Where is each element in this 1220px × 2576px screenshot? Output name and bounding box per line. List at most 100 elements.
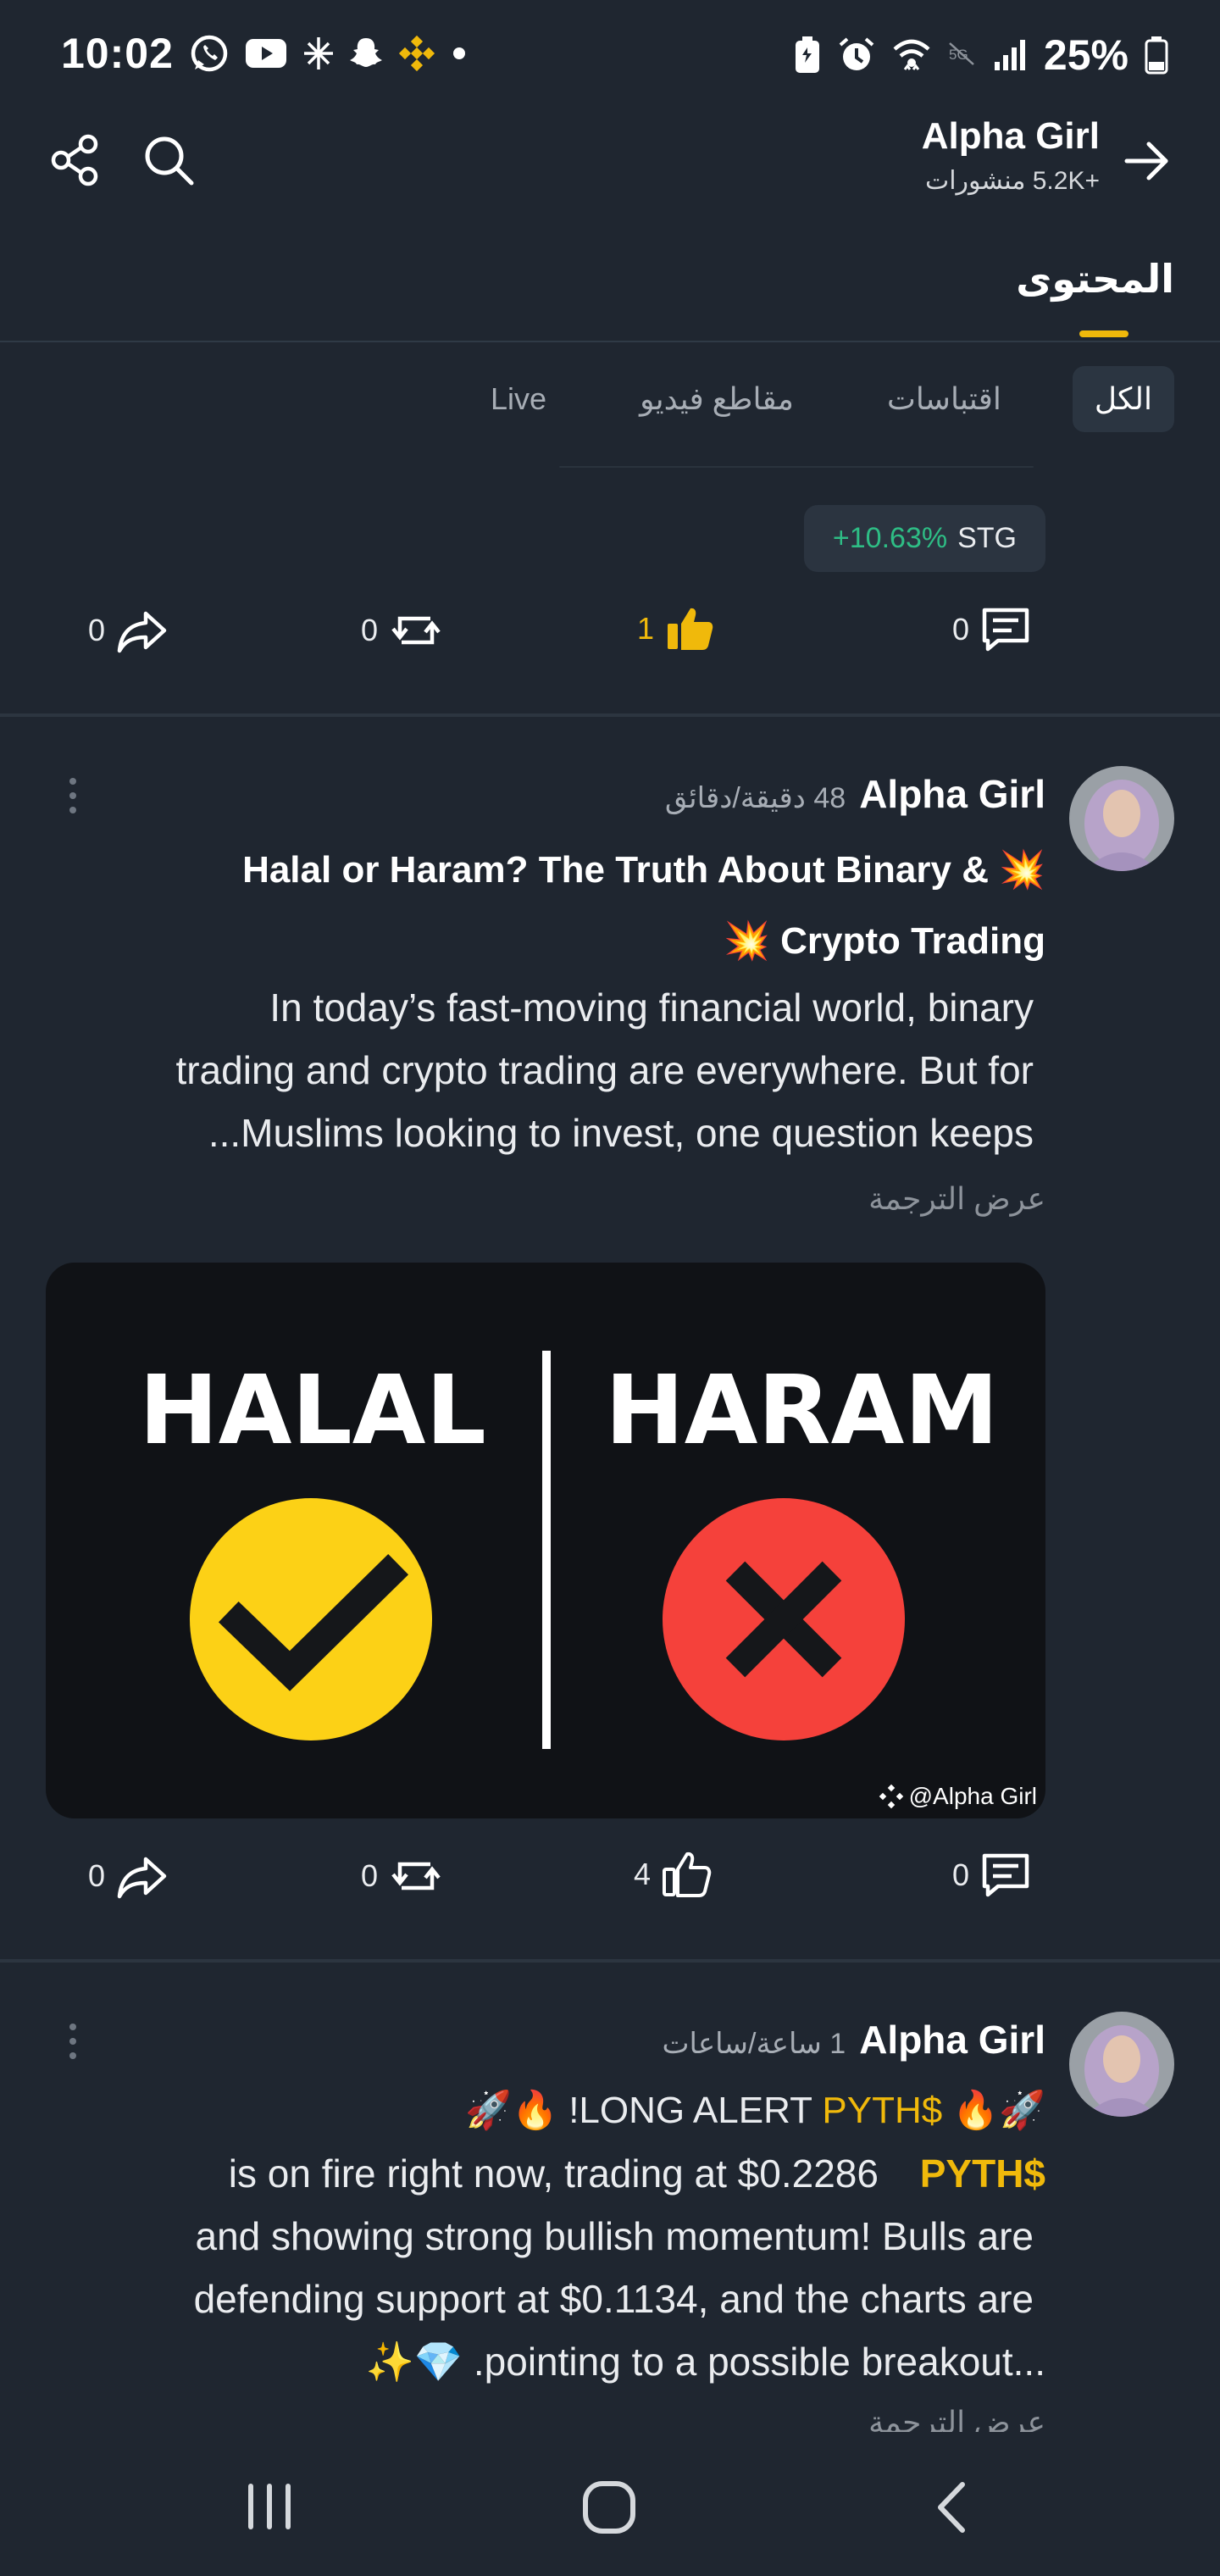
- repost-button[interactable]: 0: [361, 603, 444, 658]
- post-body[interactable]: defending support at $0.1134, and the ch…: [194, 2268, 1034, 2330]
- ticker-change: +10.63%: [832, 522, 948, 554]
- battery-percent: 25%: [1043, 31, 1128, 79]
- post-title[interactable]: 💥 Crypto Trading: [724, 906, 1045, 977]
- repost-count: 0: [361, 613, 379, 647]
- share-button[interactable]: 0: [88, 603, 169, 658]
- post-body[interactable]: trading and crypto trading are everywher…: [175, 1039, 1034, 1102]
- divider: [0, 713, 1220, 717]
- post-body[interactable]: and showing strong bullish momentum! Bul…: [196, 2205, 1034, 2268]
- no-5g-icon: 5G: [947, 41, 976, 69]
- system-nav-bar: [0, 2432, 1220, 2576]
- forward-share-icon: [117, 611, 167, 653]
- haram-label: HARAM: [605, 1356, 999, 1466]
- post-body[interactable]: ✨💎 .pointing to a possible breakout...: [366, 2330, 1045, 2393]
- ticker-tag[interactable]: +10.63% STG: [803, 505, 1045, 572]
- tab-content[interactable]: المحتوى: [1016, 256, 1174, 302]
- wifi-icon: [891, 36, 932, 75]
- thumbs-up-filled-icon: [668, 608, 713, 650]
- post-text: 🚀🔥 !LONG ALERT: [465, 2090, 823, 2131]
- share-count: 0: [88, 613, 106, 647]
- recent-apps-icon[interactable]: [242, 2481, 297, 2532]
- filter-quotes[interactable]: اقتباسات: [865, 366, 1023, 432]
- avatar[interactable]: [1069, 2012, 1174, 2117]
- whatsapp-icon: [188, 32, 230, 75]
- arrow-right-icon[interactable]: [1122, 136, 1173, 186]
- ticker-symbol: STG: [957, 522, 1017, 554]
- svg-text:5G: 5G: [949, 47, 968, 63]
- post-body[interactable]: is on fire right now, trading at $0.2286…: [229, 2142, 1045, 2205]
- back-icon[interactable]: [930, 2479, 971, 2535]
- image-watermark: @Alpha Girl: [879, 1783, 1037, 1810]
- avatar[interactable]: [1069, 766, 1174, 871]
- comment-count: 0: [952, 612, 970, 647]
- divider: [542, 1351, 551, 1749]
- post-title[interactable]: Halal or Haram? The Truth About Binary &…: [242, 835, 1045, 906]
- repost-icon: [391, 616, 441, 645]
- translate-link[interactable]: عرض الترجمة: [868, 2405, 1045, 2432]
- post-author[interactable]: Alpha Girl: [859, 771, 1045, 817]
- post-text: is on fire right now, trading at $0.2286: [228, 2151, 879, 2196]
- comment-count: 0: [952, 1857, 970, 1892]
- filter-videos[interactable]: مقاطع فيديو: [618, 366, 816, 432]
- repost-button[interactable]: 0: [361, 1849, 444, 1903]
- ticker-link[interactable]: PYTH$: [822, 2090, 942, 2131]
- post-meta: Alpha Girl 48 دقيقة/دقائق: [665, 771, 1045, 817]
- status-time: 10:02: [61, 30, 174, 77]
- tab-indicator: [1079, 330, 1128, 337]
- post-actions: 0 0 1 0: [0, 603, 1220, 671]
- post-text: 🔥🚀: [942, 2090, 1045, 2131]
- share-icon[interactable]: [47, 132, 103, 188]
- signal-icon: [991, 36, 1029, 74]
- thumbs-up-icon: [663, 1852, 712, 1897]
- translate-link[interactable]: عرض الترجمة: [868, 1181, 1045, 1217]
- post-time: 1 ساعة/ساعات: [662, 2028, 846, 2060]
- post-image[interactable]: HALAL HARAM @Alpha Girl: [46, 1263, 1045, 1818]
- comment-icon: [982, 1853, 1029, 1897]
- battery-icon: [1144, 36, 1169, 75]
- more-options-icon[interactable]: [69, 778, 76, 813]
- like-count: 1: [637, 611, 655, 646]
- binance-icon: [396, 33, 437, 74]
- like-button[interactable]: 1: [637, 603, 715, 654]
- divider: [0, 341, 1220, 342]
- watermark-text: @Alpha Girl: [908, 1783, 1037, 1809]
- repost-count: 0: [361, 1858, 379, 1893]
- share-count: 0: [88, 1858, 106, 1893]
- x-circle-icon: [661, 1496, 907, 1742]
- post-body[interactable]: In today’s fast-moving financial world, …: [269, 976, 1034, 1039]
- filter-chips: الكل اقتباسات مقاطع فيديو Live: [469, 366, 1174, 432]
- like-count: 4: [634, 1857, 652, 1891]
- post-time: 48 دقيقة/دقائق: [664, 782, 846, 814]
- dot-icon: [451, 45, 468, 62]
- snapchat-icon: [349, 35, 383, 72]
- checkmark-circle-icon: [188, 1496, 434, 1742]
- alarm-icon: [837, 36, 876, 75]
- post-actions: 0 0 4 0: [0, 1849, 1220, 1917]
- status-bar: 10:02 5G 25%: [0, 0, 1220, 115]
- search-icon[interactable]: [141, 132, 197, 188]
- profile-name: Alpha Girl: [921, 115, 1100, 157]
- post-body[interactable]: 🚀🔥 !LONG ALERT PYTH$ 🔥🚀: [465, 2079, 1045, 2142]
- snowflake-icon: [302, 35, 336, 72]
- forward-share-icon: [117, 1857, 167, 1899]
- filter-all[interactable]: الكل: [1072, 366, 1174, 432]
- halal-label: HALAL: [139, 1356, 486, 1466]
- posts-count: +5.2K منشورات: [924, 167, 1100, 195]
- battery-saver-icon: [793, 36, 822, 75]
- home-icon[interactable]: [581, 2479, 637, 2535]
- divider: [559, 466, 1034, 468]
- repost-icon: [391, 1862, 441, 1890]
- comment-button[interactable]: 0: [952, 603, 1032, 656]
- post-body[interactable]: ...Muslims looking to invest, one questi…: [208, 1102, 1034, 1164]
- notification-icons: [188, 32, 468, 75]
- binance-icon: [879, 1784, 903, 1809]
- divider: [0, 1959, 1220, 1963]
- comment-button[interactable]: 0: [952, 1849, 1032, 1901]
- comment-icon: [982, 608, 1029, 652]
- like-button[interactable]: 4: [634, 1849, 712, 1900]
- ticker-link[interactable]: PYTH$: [920, 2151, 1045, 2196]
- post-author[interactable]: Alpha Girl: [859, 2017, 1045, 2062]
- filter-live[interactable]: Live: [469, 366, 568, 432]
- more-options-icon[interactable]: [69, 2024, 76, 2059]
- share-button[interactable]: 0: [88, 1849, 169, 1903]
